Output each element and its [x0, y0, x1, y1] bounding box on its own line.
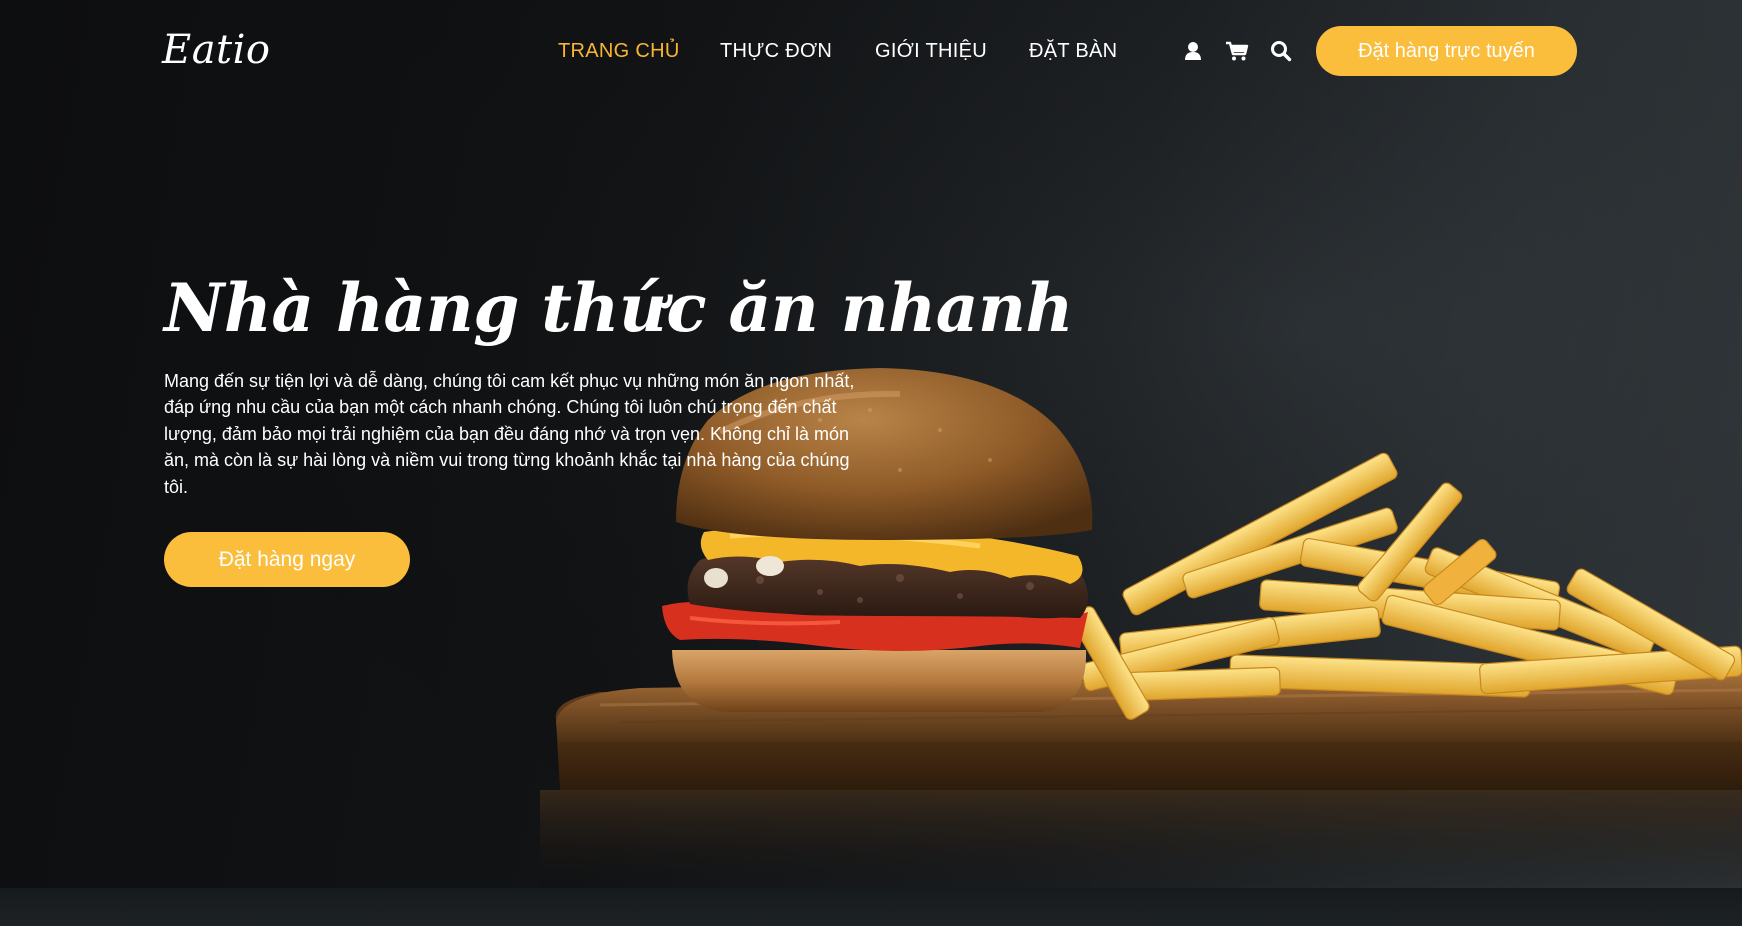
site-header: Eatio TRANG CHỦ THỰC ĐƠN GIỚI THIỆU ĐẶT …	[0, 0, 1742, 104]
nav-item-home[interactable]: TRANG CHỦ	[558, 36, 680, 66]
order-online-button[interactable]: Đặt hàng trực tuyến	[1316, 26, 1577, 76]
brand-logo[interactable]: Eatio	[162, 24, 271, 76]
cart-icon[interactable]	[1224, 38, 1250, 64]
hero-title: Nhà hàng thức ăn nhanh	[164, 269, 1073, 347]
hero-description: Mang đến sự tiện lợi và dễ dàng, chúng t…	[164, 371, 855, 497]
user-icon[interactable]	[1180, 38, 1206, 64]
bottom-band	[0, 888, 1742, 926]
order-now-button[interactable]: Đặt hàng ngay	[164, 532, 410, 587]
nav-item-booking[interactable]: ĐẶT BÀN	[1029, 36, 1117, 66]
search-icon[interactable]	[1268, 38, 1294, 64]
nav-item-about[interactable]: GIỚI THIỆU	[875, 36, 987, 66]
nav-item-menu[interactable]: THỰC ĐƠN	[720, 36, 832, 66]
